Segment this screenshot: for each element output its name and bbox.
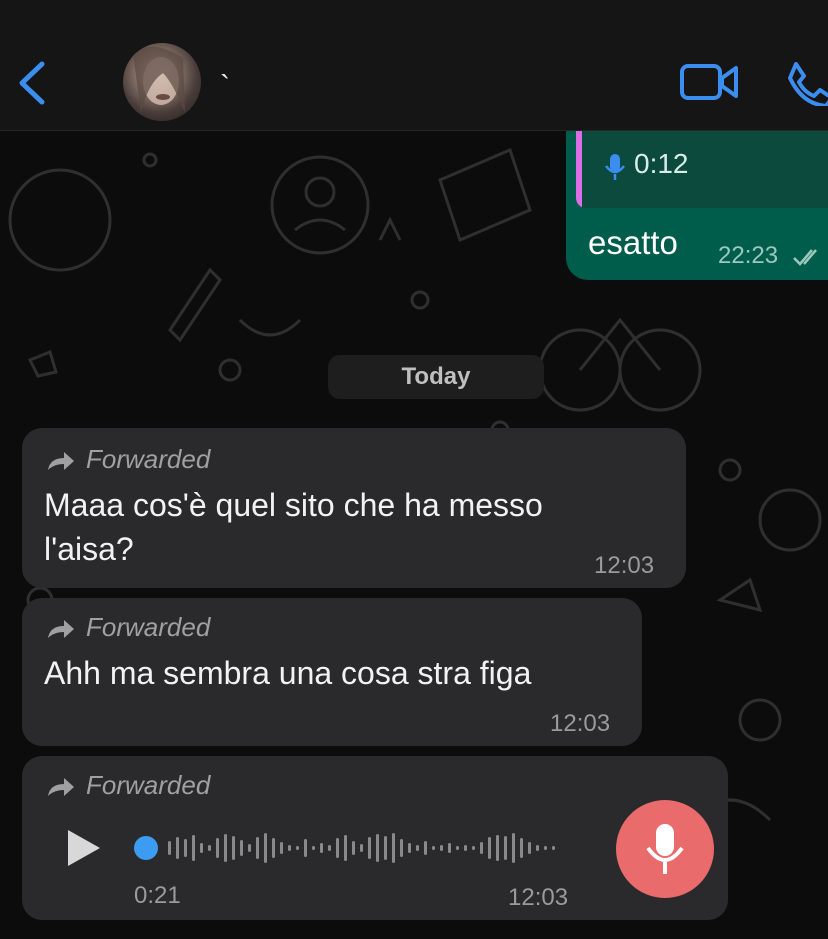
quoted-voice-duration: 0:12 <box>634 148 689 179</box>
outgoing-message-time: 22:23 <box>718 242 779 269</box>
forwarded-label: Forwarded <box>86 444 211 474</box>
message-text-line: Ahh ma sembra una cosa stra figa <box>44 655 532 691</box>
waveform-bar <box>296 846 299 850</box>
waveform-bar <box>368 837 371 859</box>
waveform-bar <box>496 835 499 861</box>
waveform-bar <box>280 842 283 854</box>
voice-waveform[interactable] <box>134 826 574 870</box>
video-call-button[interactable] <box>678 60 740 104</box>
waveform-bar <box>264 833 267 863</box>
double-check-icon <box>793 249 817 266</box>
contact-avatar[interactable] <box>123 43 201 121</box>
microphone-icon <box>605 154 625 180</box>
record-voice-button[interactable] <box>616 800 714 898</box>
forwarded-label: Forwarded <box>86 770 211 800</box>
waveform-bar <box>504 836 507 860</box>
waveform-bar <box>440 845 443 851</box>
waveform-bar <box>520 838 523 858</box>
waveform-bar <box>488 837 491 859</box>
waveform-bar <box>216 838 219 858</box>
waveform-bar <box>168 841 171 855</box>
waveform-bar <box>528 842 531 854</box>
waveform-bar <box>224 834 227 862</box>
forwarded-indicator: Forwarded <box>46 444 210 475</box>
video-camera-icon <box>680 64 738 100</box>
waveform-bar <box>416 845 419 851</box>
waveform-bar <box>312 846 315 850</box>
waveform-bar <box>400 839 403 857</box>
waveform-bar <box>192 835 195 861</box>
voice-duration: 0:21 <box>134 882 181 909</box>
waveform-bar <box>480 842 483 854</box>
waveform-bar <box>184 839 187 857</box>
message-time: 12:03 <box>594 552 655 579</box>
waveform-bar <box>200 843 203 853</box>
avatar-image <box>133 46 185 113</box>
chat-screen: ` 0:12 esatto 22:23 Today Forwarded Maaa… <box>0 0 828 939</box>
outgoing-message-text: esatto <box>588 224 678 261</box>
voice-call-button[interactable] <box>782 58 828 108</box>
waveform-bar <box>544 846 547 850</box>
waveform-bar <box>232 836 235 860</box>
waveform-bar <box>432 846 435 850</box>
waveform-bar <box>336 838 339 858</box>
waveform-bar <box>328 845 331 851</box>
waveform-bar <box>248 844 251 852</box>
waveform-bar <box>352 841 355 855</box>
play-icon <box>68 830 100 866</box>
forwarded-indicator: Forwarded <box>46 612 210 643</box>
chat-header: ` <box>0 0 828 131</box>
waveform-bar <box>512 833 515 863</box>
back-button[interactable] <box>12 58 52 108</box>
forwarded-label: Forwarded <box>86 612 211 642</box>
microphone-icon <box>646 824 684 874</box>
waveform-bar <box>472 846 475 850</box>
playback-position-dot[interactable] <box>134 836 158 860</box>
waveform-bar <box>536 845 539 851</box>
play-button[interactable] <box>64 826 104 870</box>
waveform-bar <box>272 838 275 858</box>
waveform-bar <box>464 845 467 851</box>
waveform-bar <box>208 845 211 851</box>
forward-arrow-icon <box>48 619 74 638</box>
message-time: 12:03 <box>550 710 611 737</box>
waveform-bar <box>408 843 411 853</box>
waveform-bar <box>256 837 259 859</box>
waveform-bar <box>376 834 379 862</box>
waveform-bar <box>384 836 387 860</box>
waveform-bar <box>240 840 243 856</box>
waveform-bar <box>456 846 459 850</box>
message-time: 12:03 <box>508 884 569 911</box>
waveform-bar <box>304 839 307 857</box>
waveform-bar <box>552 846 555 850</box>
forwarded-indicator: Forwarded <box>46 770 210 801</box>
forward-arrow-icon <box>48 451 74 470</box>
waveform-bar <box>344 835 347 861</box>
contact-name[interactable]: ` <box>220 70 230 104</box>
waveform-bar <box>424 841 427 855</box>
waveform-bar <box>392 833 395 863</box>
waveform-bar <box>448 843 451 853</box>
date-separator: Today <box>328 355 544 399</box>
phone-icon <box>788 62 828 108</box>
waveform-bar <box>176 837 179 859</box>
chevron-left-icon <box>19 61 45 105</box>
forward-arrow-icon <box>48 777 74 796</box>
message-text-line: Maaa cos'è quel sito che ha messo <box>44 487 543 523</box>
waveform-bar <box>320 843 323 853</box>
waveform-bar <box>288 845 291 851</box>
message-text-line: l'aisa? <box>44 531 134 567</box>
waveform-bar <box>360 844 363 852</box>
